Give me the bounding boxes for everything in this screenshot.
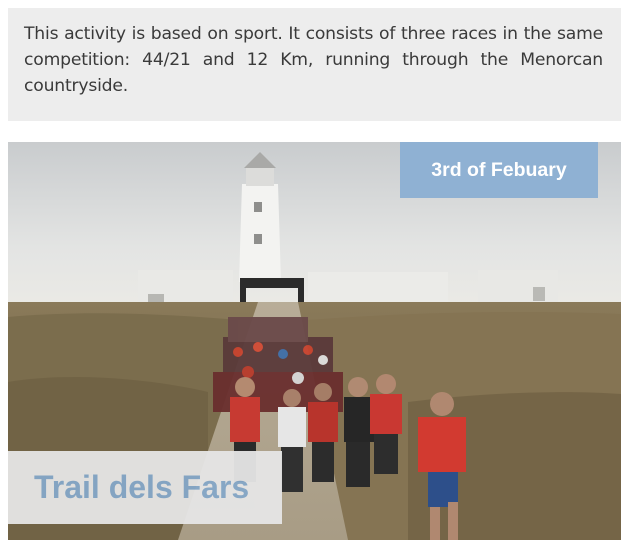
- intro-box: This activity is based on sport. It cons…: [8, 8, 621, 121]
- title-badge: Trail dels Fars: [8, 451, 282, 524]
- event-title: Trail dels Fars: [34, 469, 250, 505]
- event-card: This activity is based on sport. It cons…: [0, 0, 621, 540]
- intro-text: This activity is based on sport. It cons…: [24, 24, 603, 96]
- date-badge: 3rd of Febuary: [400, 142, 598, 198]
- event-date: 3rd of Febuary: [431, 158, 567, 181]
